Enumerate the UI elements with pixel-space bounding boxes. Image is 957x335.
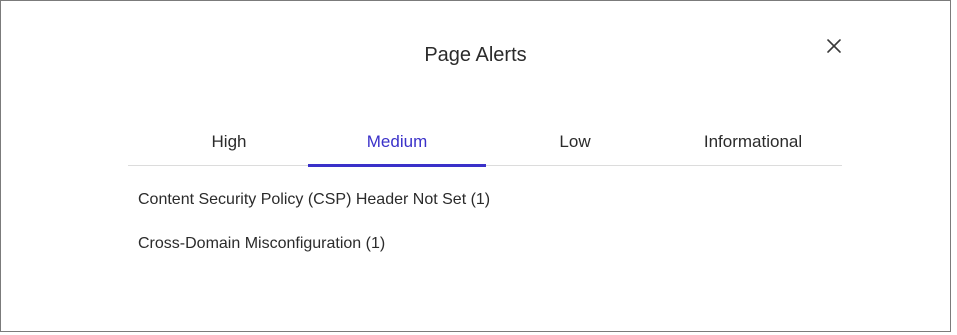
active-tab-indicator: [308, 164, 486, 167]
page-alerts-dialog: Page Alerts High Medium Low Informationa…: [0, 0, 951, 332]
alert-list: Content Security Policy (CSP) Header Not…: [138, 187, 490, 275]
tab-medium[interactable]: Medium: [308, 118, 486, 167]
tab-label: Medium: [366, 132, 428, 151]
close-icon: [827, 39, 841, 53]
tab-low[interactable]: Low: [486, 118, 664, 166]
list-item[interactable]: Content Security Policy (CSP) Header Not…: [138, 187, 490, 213]
severity-tabs: High Medium Low Informational: [128, 118, 842, 167]
tab-informational[interactable]: Informational: [664, 118, 842, 166]
tab-label: Informational: [703, 132, 803, 151]
tab-label: High: [211, 132, 247, 151]
tab-high[interactable]: High: [140, 118, 318, 166]
tab-label: Low: [559, 132, 591, 151]
close-button[interactable]: [823, 35, 845, 57]
dialog-title: Page Alerts: [424, 44, 527, 66]
list-item[interactable]: Cross-Domain Misconfiguration (1): [138, 231, 490, 257]
